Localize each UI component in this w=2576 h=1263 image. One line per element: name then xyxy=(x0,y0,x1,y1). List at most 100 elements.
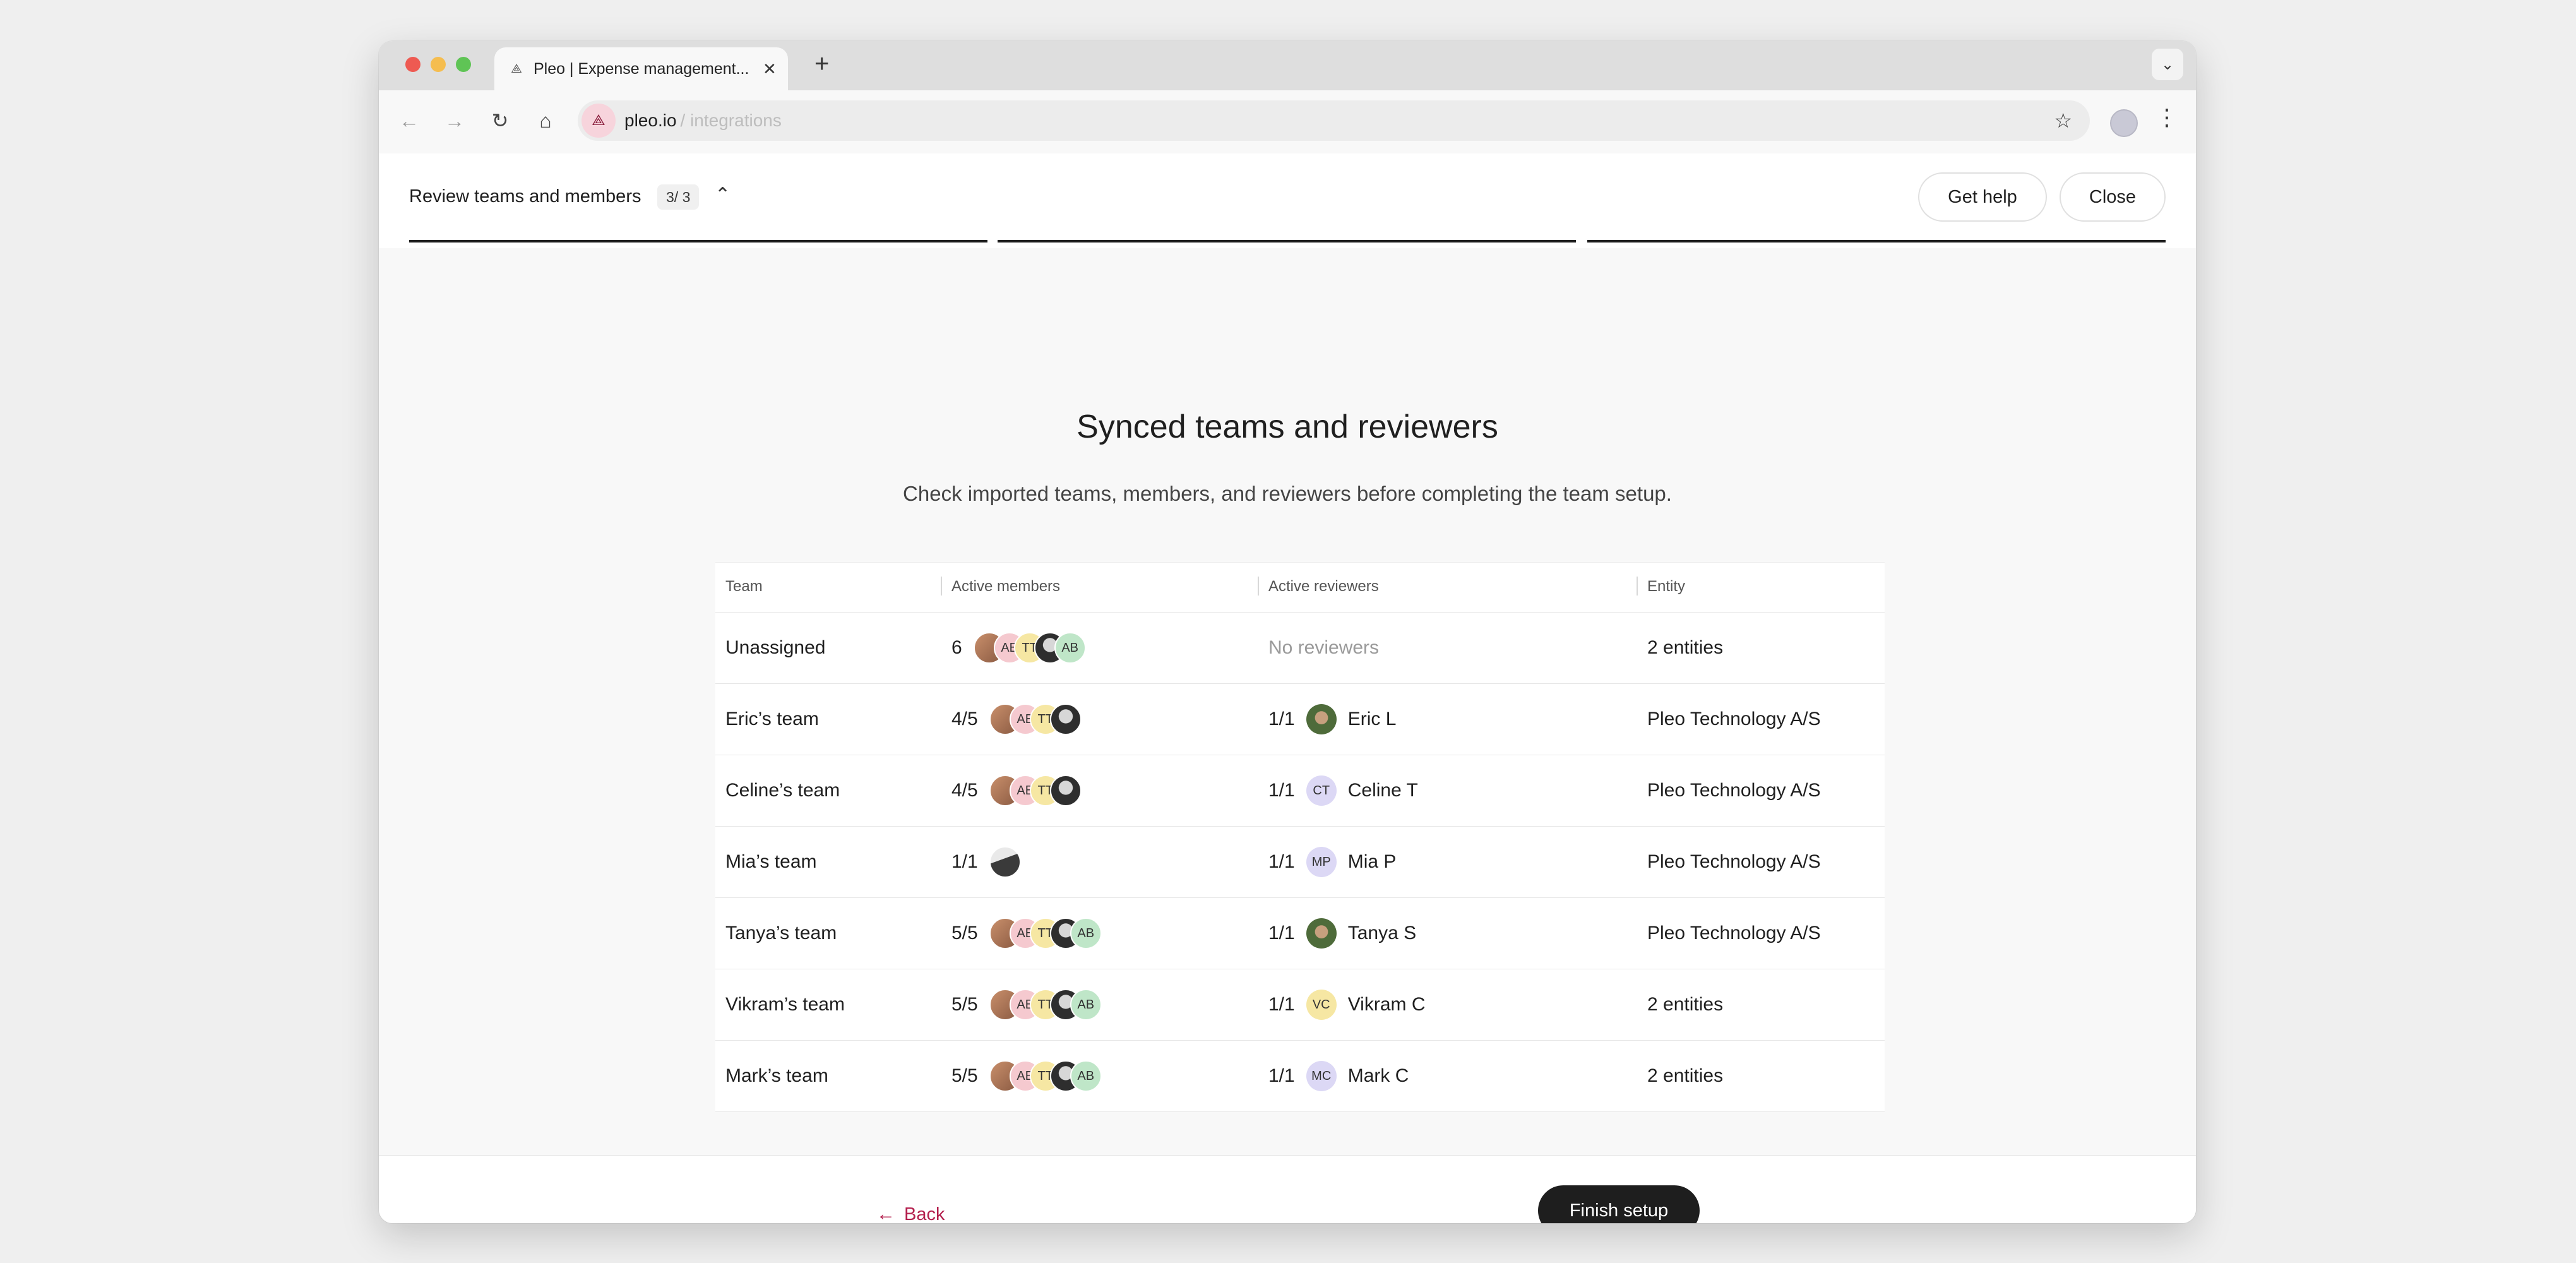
entity-name: Pleo Technology A/S xyxy=(1647,851,1821,872)
reviewers-count: 1/1 xyxy=(1268,851,1295,872)
members-count: 1/1 xyxy=(951,851,978,872)
reviewers-count: 1/1 xyxy=(1268,1065,1295,1086)
url-host: pleo.io xyxy=(624,111,677,130)
table-row[interactable]: Celine’s team 4/5 AB TT 1/1 CT Celine T … xyxy=(715,755,1885,827)
avatar: AB xyxy=(1054,632,1086,664)
entity-name: 2 entities xyxy=(1647,994,1724,1015)
member-avatars: AB TT AB xyxy=(973,632,1086,664)
active-reviewers-cell: 1/1 MC Mark C xyxy=(1268,1041,1409,1111)
entity-name: 2 entities xyxy=(1647,1065,1724,1086)
browser-menu-icon[interactable]: ⋮ xyxy=(2156,104,2178,131)
back-arrow-icon[interactable]: ← xyxy=(391,103,427,138)
active-members-cell: 4/5 AB TT xyxy=(951,755,1082,826)
active-reviewers-cell: 1/1 Tanya S xyxy=(1268,898,1416,969)
tab-strip: ⟁ Pleo | Expense management... ✕ + ⌄ xyxy=(379,41,2196,90)
active-members-cell: 6 AB TT AB xyxy=(951,613,1086,683)
column-divider xyxy=(941,577,942,596)
members-count: 4/5 xyxy=(951,709,978,729)
progress-segment-2 xyxy=(998,240,1576,242)
page-content: Review teams and members 3/ 3 ⌃ Get help… xyxy=(379,153,2196,1223)
site-info-icon[interactable]: ⟁ xyxy=(581,104,616,138)
table-row[interactable]: Eric’s team 4/5 AB TT 1/1 Eric L Pleo Te… xyxy=(715,684,1885,755)
maximize-window-button[interactable] xyxy=(456,57,471,72)
reviewer-avatar: VC xyxy=(1306,990,1337,1020)
home-icon[interactable]: ⌂ xyxy=(528,103,563,138)
column-header-active-members: Active members xyxy=(951,578,1061,595)
reviewer-avatar xyxy=(1306,918,1337,949)
team-name: Mia’s team xyxy=(725,851,817,872)
table-row[interactable]: Tanya’s team 5/5 AB TT AB 1/1 Tanya S Pl… xyxy=(715,898,1885,969)
active-reviewers-cell: 1/1 VC Vikram C xyxy=(1268,969,1426,1040)
back-button[interactable]: ← Back xyxy=(876,1204,945,1223)
finish-setup-button[interactable]: Finish setup xyxy=(1538,1185,1700,1223)
tab-search-chevron-icon[interactable]: ⌄ xyxy=(2152,49,2183,80)
reviewer-avatar: CT xyxy=(1306,775,1337,806)
bookmark-star-icon[interactable]: ☆ xyxy=(2054,109,2072,133)
close-button[interactable]: Close xyxy=(2060,172,2166,222)
step-count-badge: 3/ 3 xyxy=(657,184,700,210)
column-header-entity: Entity xyxy=(1647,578,1686,595)
column-header-active-reviewers: Active reviewers xyxy=(1268,578,1379,595)
table-row[interactable]: Mia’s team 1/1 1/1 MP Mia P Pleo Technol… xyxy=(715,827,1885,898)
get-help-button[interactable]: Get help xyxy=(1918,172,2047,222)
forward-arrow-icon[interactable]: → xyxy=(437,103,472,138)
chevron-up-icon[interactable]: ⌃ xyxy=(715,184,730,206)
step-header: Review teams and members 3/ 3 ⌃ Get help… xyxy=(379,153,2196,248)
step-title: Review teams and members xyxy=(409,186,641,207)
address-bar[interactable]: ⟁ pleo.io / integrations ☆ xyxy=(578,100,2090,141)
reviewer-name: No reviewers xyxy=(1268,637,1380,658)
avatar: AB xyxy=(1070,918,1102,949)
avatar xyxy=(989,846,1021,878)
page-subtitle: Check imported teams, members, and revie… xyxy=(903,482,1672,505)
members-count: 5/5 xyxy=(951,923,978,943)
active-members-cell: 1/1 xyxy=(951,827,1021,897)
reviewer-name: Celine T xyxy=(1347,780,1418,801)
member-avatars: AB TT AB xyxy=(989,918,1102,949)
table-row[interactable]: Mark’s team 5/5 AB TT AB 1/1 MC Mark C 2… xyxy=(715,1041,1885,1112)
reviewers-count: 1/1 xyxy=(1268,709,1295,729)
active-reviewers-cell: 1/1 Eric L xyxy=(1268,684,1396,755)
column-header-team: Team xyxy=(725,578,763,595)
column-divider xyxy=(1258,577,1259,596)
column-divider xyxy=(1637,577,1638,596)
reviewer-name: Mark C xyxy=(1347,1065,1409,1086)
member-avatars xyxy=(989,846,1021,878)
team-name: Mark’s team xyxy=(725,1065,828,1086)
arrow-left-icon: ← xyxy=(876,1204,895,1223)
close-window-button[interactable] xyxy=(405,57,420,72)
reload-icon[interactable]: ↻ xyxy=(482,103,518,138)
browser-window: ⟁ Pleo | Expense management... ✕ + ⌄ ← →… xyxy=(379,41,2196,1223)
browser-tab[interactable]: ⟁ Pleo | Expense management... ✕ xyxy=(494,47,788,90)
back-label: Back xyxy=(904,1204,945,1224)
table-row[interactable]: Unassigned 6 AB TT AB No reviewers 2 ent… xyxy=(715,613,1885,684)
avatar xyxy=(1049,703,1082,735)
close-tab-icon[interactable]: ✕ xyxy=(763,59,777,79)
members-count: 6 xyxy=(951,637,962,658)
member-avatars: AB TT xyxy=(989,775,1082,806)
reviewers-count: 1/1 xyxy=(1268,923,1295,943)
reviewer-name: Mia P xyxy=(1347,851,1397,872)
minimize-window-button[interactable] xyxy=(431,57,446,72)
entity-name: Pleo Technology A/S xyxy=(1647,923,1821,943)
progress-segment-3 xyxy=(1587,240,2166,242)
member-avatars: AB TT AB xyxy=(989,989,1102,1021)
tab-title: Pleo | Expense management... xyxy=(534,59,749,78)
avatar xyxy=(1049,775,1082,806)
team-name: Celine’s team xyxy=(725,780,840,801)
progress-segment-1 xyxy=(409,240,987,242)
members-count: 5/5 xyxy=(951,994,978,1015)
active-reviewers-cell: 1/1 MP Mia P xyxy=(1268,827,1396,897)
pleo-favicon-icon: ⟁ xyxy=(511,61,522,76)
reviewer-avatar xyxy=(1306,704,1337,734)
avatar: AB xyxy=(1070,989,1102,1021)
reviewers-count: 1/1 xyxy=(1268,780,1295,801)
new-tab-button[interactable]: + xyxy=(814,50,829,78)
entity-name: 2 entities xyxy=(1647,637,1724,658)
active-reviewers-cell: 1/1 CT Celine T xyxy=(1268,755,1418,826)
table-row[interactable]: Vikram’s team 5/5 AB TT AB 1/1 VC Vikram… xyxy=(715,969,1885,1041)
reviewers-count: 1/1 xyxy=(1268,994,1295,1015)
active-members-cell: 4/5 AB TT xyxy=(951,684,1082,755)
table-header: Team Active members Active reviewers Ent… xyxy=(715,563,1885,613)
active-members-cell: 5/5 AB TT AB xyxy=(951,969,1102,1040)
profile-avatar-icon[interactable] xyxy=(2110,109,2138,137)
